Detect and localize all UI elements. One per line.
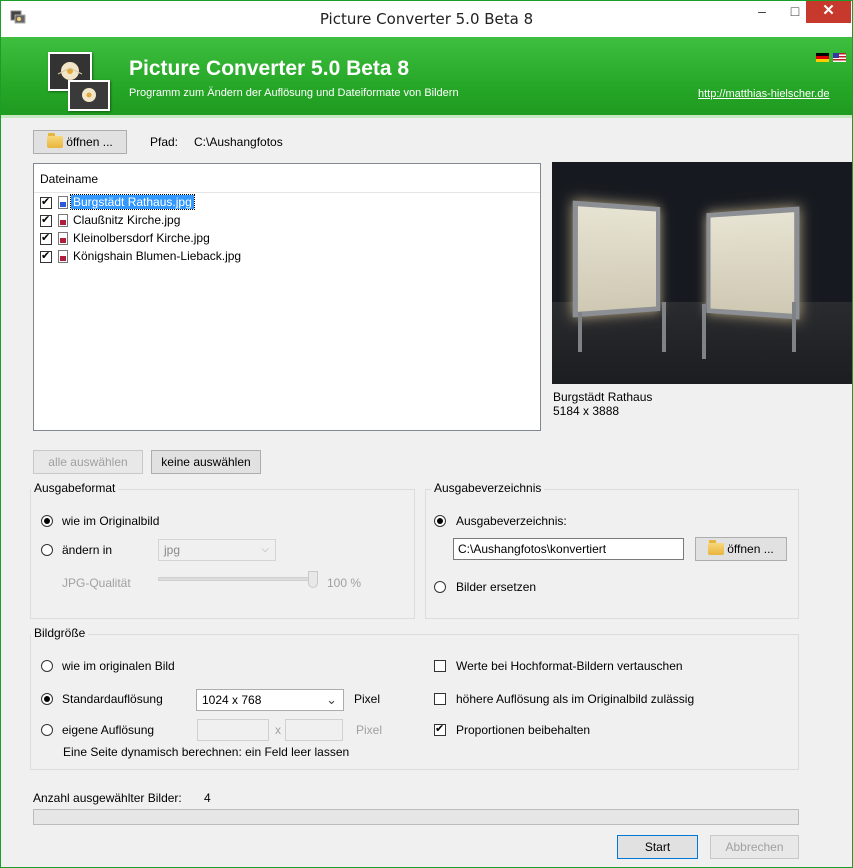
allow-upscale-checkbox[interactable]: [434, 693, 446, 705]
select-all-button[interactable]: alle auswählen: [33, 450, 143, 474]
preview-image-name: Burgstädt Rathaus: [553, 390, 653, 404]
output-dir-input[interactable]: C:\Aushangfotos\konvertiert: [453, 538, 684, 560]
preview-post: [578, 312, 582, 352]
preview-board-left: [572, 200, 661, 318]
format-select[interactable]: jpg ⌵: [158, 539, 276, 561]
file-list[interactable]: Dateiname Burgstädt Rathaus.jpg Claußnit…: [33, 163, 541, 431]
banner-subtitle: Programm zum Ändern der Auflösung und Da…: [129, 87, 459, 99]
file-name: Kleinolbersdorf Kirche.jpg: [73, 231, 210, 245]
file-name: Claußnitz Kirche.jpg: [73, 213, 181, 227]
size-custom-label[interactable]: eigene Auflösung: [62, 723, 154, 737]
header-divider: [34, 192, 540, 193]
standard-pixel-label: Pixel: [354, 692, 381, 706]
open-folder-button[interactable]: öffnen ...: [33, 130, 127, 154]
start-button[interactable]: Start: [617, 835, 698, 859]
format-change-radio[interactable]: [41, 544, 53, 556]
standard-resolution-select[interactable]: 1024 x 768 ⌄: [196, 689, 344, 711]
german-flag-icon[interactable]: [816, 53, 829, 62]
file-checkbox[interactable]: [40, 195, 52, 209]
progress-bar: [33, 809, 799, 825]
file-name: Königshain Blumen-Lieback.jpg: [73, 249, 242, 263]
allow-upscale-label[interactable]: höhere Auflösung als im Originalbild zul…: [456, 692, 694, 706]
folder-icon: [47, 133, 64, 148]
preview-post: [792, 302, 796, 352]
image-file-icon: [58, 214, 68, 227]
app-window: Picture Converter 5.0 Beta 8 – □ ✕ Pictu…: [0, 0, 853, 868]
image-file-icon: [58, 250, 68, 263]
image-file-icon: [58, 196, 68, 209]
jpg-quality-slider-track[interactable]: [158, 577, 318, 581]
custom-height-input[interactable]: [285, 719, 343, 741]
image-size-title: Bildgröße: [31, 626, 89, 640]
format-select-value: jpg: [164, 543, 181, 557]
custom-pixel-label: Pixel: [356, 723, 383, 737]
chevron-down-icon: ⌄: [326, 692, 337, 707]
app-logo: [48, 52, 110, 111]
format-original-radio[interactable]: [41, 515, 53, 527]
size-standard-radio[interactable]: [41, 693, 53, 705]
jpg-quality-label: JPG-Qualität: [62, 576, 131, 590]
preview-board-right: [706, 206, 800, 320]
file-checkbox[interactable]: [40, 213, 52, 227]
output-dir-label[interactable]: Ausgabeverzeichnis:: [456, 514, 567, 528]
keep-ratio-checkbox[interactable]: [434, 722, 446, 736]
us-flag-icon[interactable]: [833, 53, 846, 62]
path-label: Pfad:: [150, 135, 179, 149]
image-preview: [552, 162, 852, 384]
column-header-filename[interactable]: Dateiname: [40, 172, 98, 186]
size-original-radio[interactable]: [41, 660, 53, 672]
banner-title: Picture Converter 5.0 Beta 8: [129, 57, 410, 80]
preview-image-dimensions: 5184 x 3888: [553, 404, 620, 418]
folder-icon: [708, 540, 725, 555]
selected-count-label: Anzahl ausgewählter Bilder:: [33, 791, 182, 805]
chevron-down-icon: ⌵: [261, 544, 269, 555]
custom-width-input[interactable]: [197, 719, 269, 741]
size-standard-label[interactable]: Standardauflösung: [62, 692, 163, 706]
standard-resolution-value: 1024 x 768: [202, 693, 262, 707]
window-title: Picture Converter 5.0 Beta 8: [319, 10, 534, 28]
output-dir-title: Ausgabeverzeichnis: [431, 481, 545, 495]
output-dir-open-button[interactable]: öffnen ...: [695, 537, 787, 561]
format-original-label[interactable]: wie im Originalbild: [62, 514, 159, 528]
logo-photo-small: [68, 80, 110, 111]
path-value: C:\Aushangfotos: [194, 135, 283, 149]
jpg-quality-slider-thumb[interactable]: [308, 571, 318, 588]
header-banner: Picture Converter 5.0 Beta 8 Programm zu…: [1, 37, 852, 118]
swap-portrait-label[interactable]: Werte bei Hochformat-Bildern vertauschen: [456, 659, 683, 673]
close-button[interactable]: ✕: [806, 1, 851, 23]
cancel-button[interactable]: Abbrechen: [710, 835, 799, 859]
custom-size-hint: Eine Seite dynamisch berechnen: ein Feld…: [63, 745, 350, 759]
file-checkbox[interactable]: [40, 231, 52, 245]
title-bar[interactable]: Picture Converter 5.0 Beta 8 – □ ✕: [1, 1, 852, 37]
jpg-quality-value: 100 %: [327, 576, 362, 590]
preview-post: [702, 304, 706, 359]
website-link[interactable]: http://matthias-hielscher.de: [698, 88, 829, 100]
replace-images-label[interactable]: Bilder ersetzen: [456, 580, 536, 594]
size-original-label[interactable]: wie im originalen Bild: [62, 659, 175, 673]
replace-images-radio[interactable]: [434, 581, 446, 593]
custom-x-label: x: [275, 723, 281, 737]
output-dir-radio[interactable]: [434, 515, 446, 527]
format-change-label[interactable]: ändern in: [62, 543, 112, 557]
swap-portrait-checkbox[interactable]: [434, 660, 446, 672]
keep-ratio-label[interactable]: Proportionen beibehalten: [456, 723, 590, 737]
image-file-icon: [58, 232, 68, 245]
open-folder-label: öffnen ...: [66, 135, 113, 149]
select-none-button[interactable]: keine auswählen: [151, 450, 261, 474]
output-dir-open-label: öffnen ...: [727, 542, 774, 556]
selected-count-value: 4: [204, 791, 211, 805]
minimize-button[interactable]: –: [747, 1, 777, 23]
output-format-title: Ausgabeformat: [31, 481, 119, 495]
file-checkbox[interactable]: [40, 249, 52, 263]
file-name: Burgstädt Rathaus.jpg: [70, 194, 195, 210]
size-custom-radio[interactable]: [41, 724, 53, 736]
preview-post: [662, 302, 666, 352]
